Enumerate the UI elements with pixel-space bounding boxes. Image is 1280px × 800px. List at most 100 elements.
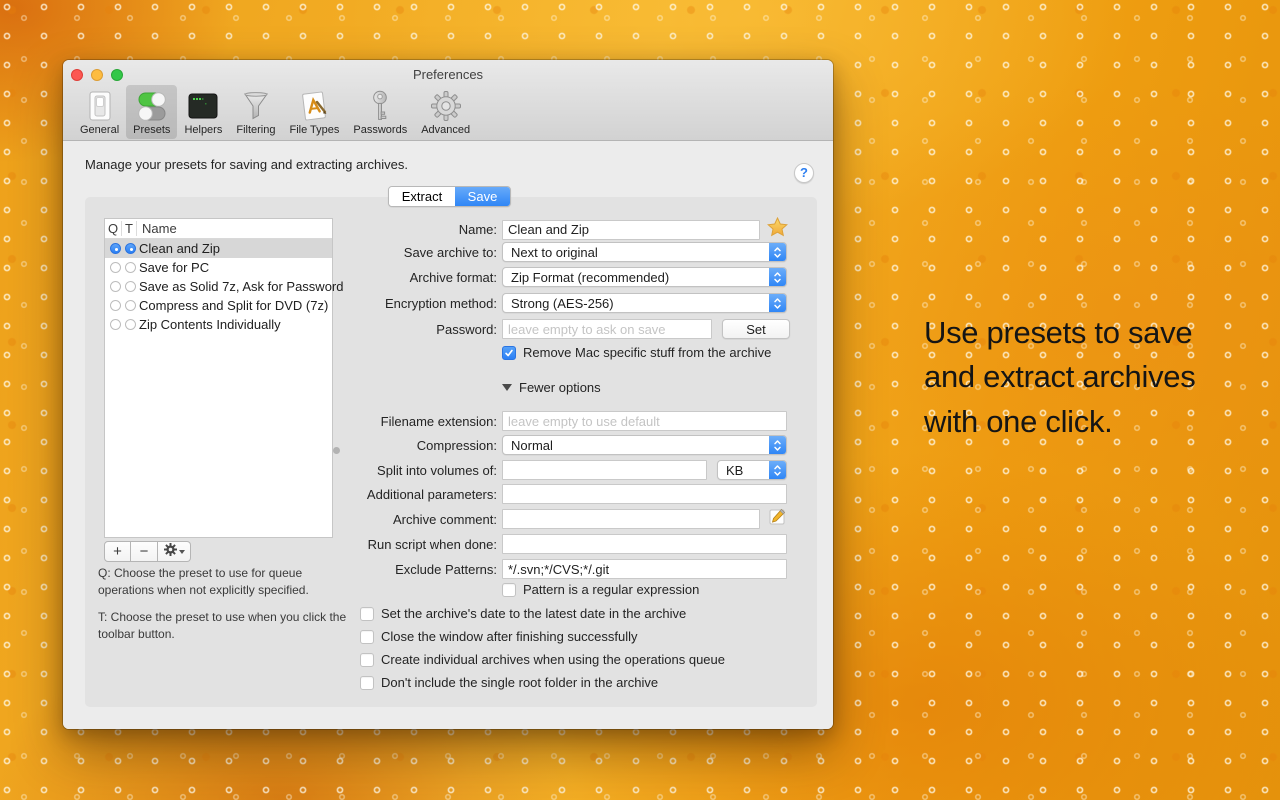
toolbar-item-helpers[interactable]: Helpers <box>177 85 229 139</box>
toolbar-label: Passwords <box>353 124 407 136</box>
comment-input[interactable] <box>502 509 760 529</box>
toolbar-item-file-types[interactable]: File Types <box>282 85 346 139</box>
preferences-window: Preferences General <box>63 60 833 729</box>
remove-mac-label: Remove Mac specific stuff from the archi… <box>523 345 771 360</box>
toolbar-label: Presets <box>133 124 170 136</box>
split-size-input[interactable] <box>502 460 707 480</box>
toolbar-label: Helpers <box>184 124 222 136</box>
edit-comment-button[interactable] <box>767 509 788 529</box>
popup-arrows-icon <box>769 243 786 261</box>
toolbar-label: File Types <box>289 124 339 136</box>
name-row: Name: <box>63 217 788 242</box>
fewer-options-label: Fewer options <box>519 380 601 395</box>
title-bar[interactable]: Preferences <box>63 60 833 88</box>
password-input[interactable] <box>502 319 712 339</box>
option-label: Set the archive's date to the latest dat… <box>381 606 686 621</box>
split-unit-popup[interactable]: KB <box>717 460 787 480</box>
pencil-icon <box>768 507 787 531</box>
option-row: Set the archive's date to the latest dat… <box>360 606 686 621</box>
additional-params-input[interactable] <box>502 484 787 504</box>
popup-arrows-icon <box>769 436 786 454</box>
fewer-options-disclosure[interactable]: Fewer options <box>502 380 601 395</box>
encryption-row: Encryption method: Strong (AES-256) <box>63 293 787 313</box>
remove-mac-checkbox[interactable] <box>502 346 516 360</box>
run-script-input[interactable] <box>502 534 787 554</box>
pattern-regex-row: Pattern is a regular expression <box>502 582 699 597</box>
toolbar-item-presets[interactable]: Presets <box>126 85 177 139</box>
set-password-button[interactable]: Set <box>722 319 790 339</box>
format-popup[interactable]: Zip Format (recommended) <box>502 267 787 287</box>
favorite-star-icon[interactable] <box>767 217 788 242</box>
compression-row: Compression: Normal <box>63 435 787 455</box>
disclosure-triangle-icon <box>502 384 512 391</box>
comment-label: Archive comment: <box>63 512 497 527</box>
window-chrome: Preferences General <box>63 60 833 141</box>
compression-label: Compression: <box>63 438 497 453</box>
name-label: Name: <box>63 222 497 237</box>
remove-mac-row: Remove Mac specific stuff from the archi… <box>502 345 771 360</box>
pattern-regex-label: Pattern is a regular expression <box>523 582 699 597</box>
popup-arrows-icon <box>769 268 786 286</box>
exclude-row: Exclude Patterns: <box>63 559 787 579</box>
toolbar-item-filtering[interactable]: Filtering <box>229 85 282 139</box>
split-row: Split into volumes of: KB <box>63 460 787 480</box>
option-label: Create individual archives when using th… <box>381 652 725 667</box>
popup-arrows-icon <box>769 294 786 312</box>
pattern-regex-checkbox[interactable] <box>502 583 516 597</box>
password-label: Password: <box>63 322 497 337</box>
pane-description: Manage your presets for saving and extra… <box>85 157 408 172</box>
exclude-patterns-input[interactable] <box>502 559 787 579</box>
encryption-popup[interactable]: Strong (AES-256) <box>502 293 787 313</box>
toolbar-note: T: Choose the preset to use when you cli… <box>98 609 356 644</box>
help-button[interactable]: ? <box>794 163 814 183</box>
compression-popup[interactable]: Normal <box>502 435 787 455</box>
option-label: Close the window after finishing success… <box>381 629 638 644</box>
encryption-value: Strong (AES-256) <box>503 296 769 311</box>
terminal-icon <box>187 90 219 122</box>
window-title: Preferences <box>63 67 833 82</box>
format-label: Archive format: <box>63 270 497 285</box>
additional-params-label: Additional parameters: <box>63 487 497 502</box>
archive-date-checkbox[interactable] <box>360 607 374 621</box>
password-row: Password: Set <box>63 319 790 339</box>
tab-extract[interactable]: Extract <box>389 187 455 206</box>
individual-archives-checkbox[interactable] <box>360 653 374 667</box>
save-to-row: Save archive to: Next to original <box>63 242 787 262</box>
gear-icon <box>430 90 462 122</box>
toolbar-item-passwords[interactable]: Passwords <box>346 85 414 139</box>
extract-save-segmented-control: Extract Save <box>388 186 511 207</box>
funnel-icon <box>241 90 271 122</box>
popup-arrows-icon <box>769 461 786 479</box>
preset-name-input[interactable] <box>502 220 760 240</box>
option-row: Don't include the single root folder in … <box>360 675 658 690</box>
save-to-popup[interactable]: Next to original <box>502 242 787 262</box>
option-row: Create individual archives when using th… <box>360 652 725 667</box>
toolbar-item-advanced[interactable]: Advanced <box>414 85 477 139</box>
preferences-content: Manage your presets for saving and extra… <box>63 141 833 729</box>
tab-save[interactable]: Save <box>455 187 510 206</box>
filename-ext-row: Filename extension: <box>63 411 787 431</box>
filename-ext-label: Filename extension: <box>63 414 497 429</box>
run-script-label: Run script when done: <box>63 537 497 552</box>
key-icon <box>371 90 389 122</box>
save-to-value: Next to original <box>503 245 769 260</box>
close-window-checkbox[interactable] <box>360 630 374 644</box>
split-label: Split into volumes of: <box>63 463 497 478</box>
single-root-folder-checkbox[interactable] <box>360 676 374 690</box>
run-script-row: Run script when done: <box>63 534 787 554</box>
encryption-label: Encryption method: <box>63 296 497 311</box>
toolbar-label: Advanced <box>421 124 470 136</box>
toolbar-label: Filtering <box>236 124 275 136</box>
format-row: Archive format: Zip Format (recommended) <box>63 267 787 287</box>
toolbar-item-general[interactable]: General <box>73 85 126 139</box>
option-label: Don't include the single root folder in … <box>381 675 658 690</box>
filename-ext-input[interactable] <box>502 411 787 431</box>
split-unit-value: KB <box>718 463 769 478</box>
marketing-caption: Use presets to save and extract archives… <box>924 311 1224 444</box>
toggle-switches-icon <box>135 90 169 122</box>
toolbar-label: General <box>80 124 119 136</box>
additional-params-row: Additional parameters: <box>63 484 787 504</box>
document-a-icon <box>299 90 329 122</box>
option-row: Close the window after finishing success… <box>360 629 638 644</box>
save-to-label: Save archive to: <box>63 245 497 260</box>
